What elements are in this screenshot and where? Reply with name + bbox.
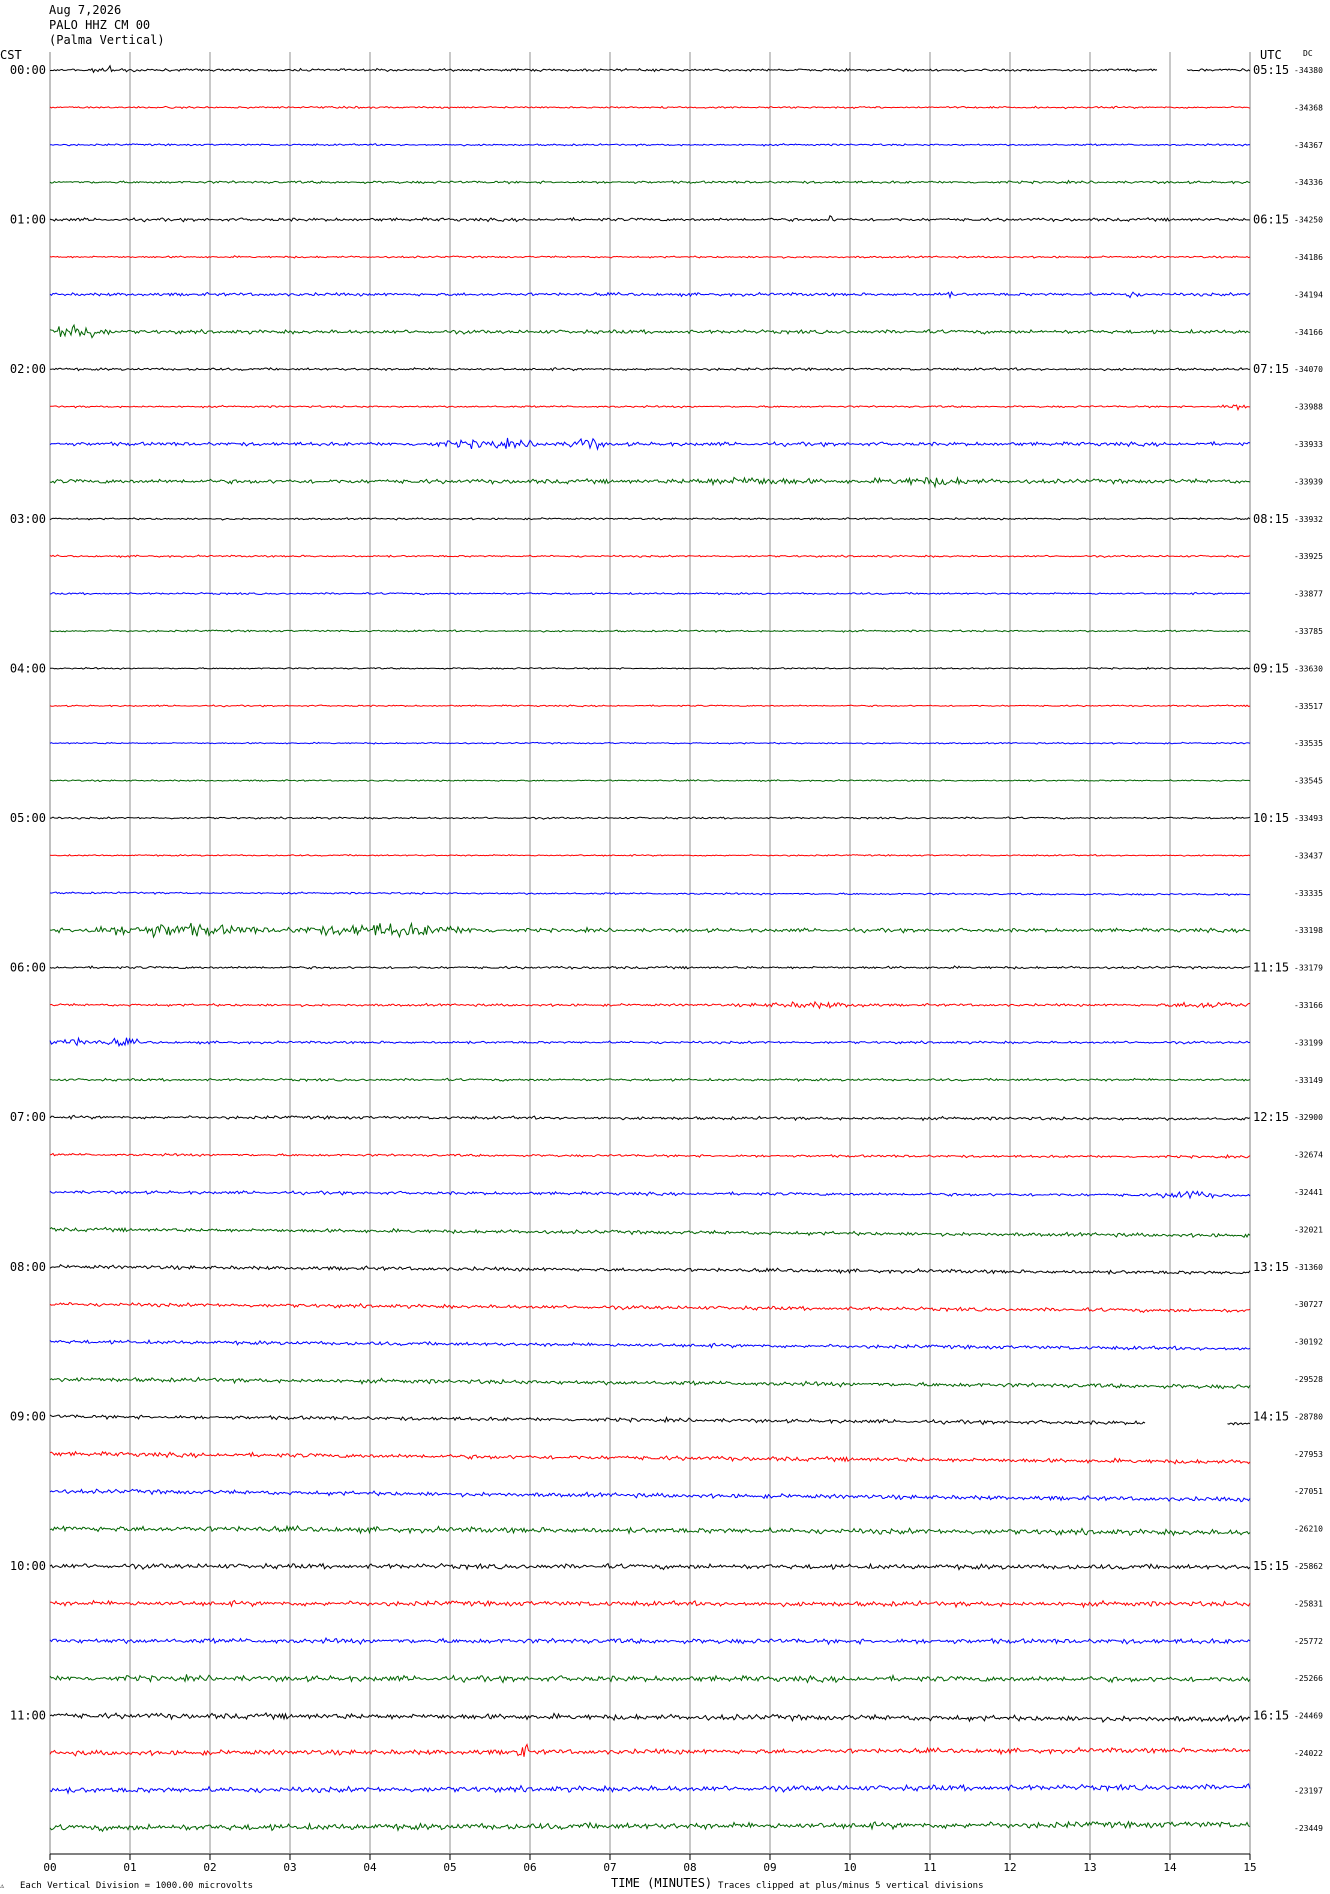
dc-offset-label: -34367 — [1294, 141, 1323, 150]
dc-header-label: DC — [1303, 49, 1313, 58]
left-hour-label: 00:00 — [10, 63, 46, 77]
dc-offset-label: -32441 — [1294, 1188, 1323, 1197]
x-tick-label: 14 — [1163, 1861, 1177, 1874]
left-hour-label: 04:00 — [10, 661, 46, 675]
plot-background — [0, 0, 1330, 1894]
dc-offset-label: -25831 — [1294, 1599, 1323, 1608]
left-hour-label: 10:00 — [10, 1559, 46, 1573]
right-hour-label: 12:15 — [1253, 1110, 1289, 1124]
dc-offset-label: -33199 — [1294, 1038, 1323, 1047]
footer-clip-note: Traces clipped at plus/minus 5 vertical … — [718, 1881, 984, 1891]
dc-offset-label: -29528 — [1294, 1375, 1323, 1384]
dc-offset-label: -34186 — [1294, 253, 1323, 262]
dc-offset-label: -25862 — [1294, 1562, 1323, 1571]
right-hour-label: 08:15 — [1253, 512, 1289, 526]
x-tick-label: 09 — [763, 1861, 776, 1874]
dc-offset-label: -26210 — [1294, 1525, 1323, 1534]
dc-offset-label: -33545 — [1294, 777, 1323, 786]
left-hour-label: 03:00 — [10, 512, 46, 526]
dc-offset-label: -33535 — [1294, 739, 1323, 748]
dc-offset-label: -30727 — [1294, 1300, 1323, 1309]
x-tick-label: 07 — [603, 1861, 616, 1874]
dc-offset-label: -34380 — [1294, 66, 1323, 75]
left-hour-label: 09:00 — [10, 1409, 46, 1423]
left-hour-label: 11:00 — [10, 1709, 46, 1723]
dc-offset-label: -28780 — [1294, 1412, 1323, 1421]
header-station: PALO HHZ CM 00 — [49, 18, 150, 32]
left-hour-label: 07:00 — [10, 1110, 46, 1124]
right-hour-label: 09:15 — [1253, 661, 1289, 675]
dc-offset-label: -27051 — [1294, 1487, 1323, 1496]
dc-offset-label: -33939 — [1294, 477, 1323, 486]
right-timezone-label: UTC — [1260, 48, 1282, 62]
left-hour-label: 01:00 — [10, 213, 46, 227]
dc-offset-label: -33932 — [1294, 515, 1323, 524]
dc-offset-label: -24022 — [1294, 1749, 1323, 1758]
dc-offset-label: -33179 — [1294, 964, 1323, 973]
dc-offset-label: -34368 — [1294, 103, 1323, 112]
dc-offset-label: -24469 — [1294, 1712, 1323, 1721]
dc-offset-label: -23197 — [1294, 1786, 1323, 1795]
dc-offset-label: -33517 — [1294, 702, 1323, 711]
dc-offset-label: -27953 — [1294, 1450, 1323, 1459]
dc-offset-label: -34336 — [1294, 178, 1323, 187]
dc-offset-label: -33785 — [1294, 627, 1323, 636]
left-timezone-label: CST — [0, 48, 22, 62]
right-hour-label: 15:15 — [1253, 1559, 1289, 1573]
dc-offset-label: -34250 — [1294, 216, 1323, 225]
x-tick-label: 12 — [1003, 1861, 1016, 1874]
dc-offset-label: -31360 — [1294, 1263, 1323, 1272]
dc-offset-label: -34070 — [1294, 365, 1323, 374]
x-tick-label: 04 — [363, 1861, 377, 1874]
x-tick-label: 13 — [1083, 1861, 1096, 1874]
x-tick-label: 08 — [683, 1861, 696, 1874]
x-axis-title: TIME (MINUTES) — [611, 1876, 712, 1890]
dc-offset-label: -33877 — [1294, 590, 1323, 599]
dc-offset-label: -33166 — [1294, 1001, 1323, 1010]
right-hour-label: 07:15 — [1253, 362, 1289, 376]
right-hour-label: 05:15 — [1253, 63, 1289, 77]
x-tick-label: 00 — [43, 1861, 56, 1874]
dc-offset-label: -33630 — [1294, 664, 1323, 673]
right-hour-label: 16:15 — [1253, 1709, 1289, 1723]
right-hour-label: 06:15 — [1253, 213, 1289, 227]
dc-offset-label: -32021 — [1294, 1225, 1323, 1234]
x-tick-label: 11 — [923, 1861, 936, 1874]
helicorder-plot: Aug 7,2026 PALO HHZ CM 00 (Palma Vertica… — [0, 0, 1330, 1894]
right-hour-label: 13:15 — [1253, 1260, 1289, 1274]
dc-offset-label: -34194 — [1294, 290, 1323, 299]
right-hour-label: 14:15 — [1253, 1409, 1289, 1423]
x-tick-label: 01 — [123, 1861, 136, 1874]
dc-offset-label: -33988 — [1294, 403, 1323, 412]
dc-offset-label: -33335 — [1294, 889, 1323, 898]
dc-offset-label: -33925 — [1294, 552, 1323, 561]
dc-offset-label: -33149 — [1294, 1076, 1323, 1085]
dc-offset-label: -33493 — [1294, 814, 1323, 823]
left-hour-label: 05:00 — [10, 811, 46, 825]
dc-offset-label: -32900 — [1294, 1113, 1323, 1122]
dc-offset-label: -33437 — [1294, 851, 1323, 860]
dc-offset-label: -25266 — [1294, 1674, 1323, 1683]
dc-offset-label: -23449 — [1294, 1824, 1323, 1833]
dc-offset-label: -32674 — [1294, 1151, 1323, 1160]
dc-offset-label: -33198 — [1294, 926, 1323, 935]
left-hour-label: 08:00 — [10, 1260, 46, 1274]
x-tick-label: 05 — [443, 1861, 456, 1874]
right-hour-label: 11:15 — [1253, 961, 1289, 975]
x-tick-label: 10 — [843, 1861, 856, 1874]
left-hour-label: 02:00 — [10, 362, 46, 376]
left-hour-label: 06:00 — [10, 961, 46, 975]
dc-offset-label: -30192 — [1294, 1338, 1323, 1347]
x-tick-label: 15 — [1243, 1861, 1256, 1874]
footer-scale-note: Each Vertical Division = 1000.00 microvo… — [20, 1881, 253, 1891]
dc-offset-label: -34166 — [1294, 328, 1323, 337]
x-tick-label: 06 — [523, 1861, 536, 1874]
header-location: (Palma Vertical) — [49, 33, 165, 47]
x-tick-label: 03 — [283, 1861, 296, 1874]
right-hour-label: 10:15 — [1253, 811, 1289, 825]
x-tick-label: 02 — [203, 1861, 216, 1874]
header-date: Aug 7,2026 — [49, 3, 121, 17]
dc-offset-label: -33933 — [1294, 440, 1323, 449]
dc-offset-label: -25772 — [1294, 1637, 1323, 1646]
